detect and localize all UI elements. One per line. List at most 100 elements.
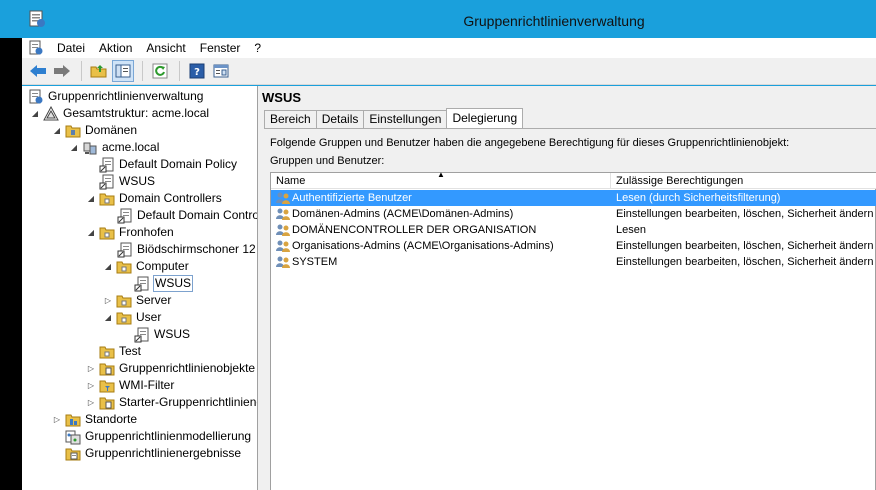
tree-label: WSUS xyxy=(154,327,190,341)
tree-item-starter-gpo[interactable]: ▷ Starter-Gruppenrichtlinienc xyxy=(86,394,258,411)
tree-item-computer[interactable]: ◢ Computer xyxy=(103,258,190,275)
tab-delegierung[interactable]: Delegierung xyxy=(446,108,524,128)
details-pane: WSUS Bereich Details Einstellungen Deleg… xyxy=(262,86,876,490)
expand-arrow-icon[interactable]: ▷ xyxy=(86,381,96,391)
column-header-name[interactable]: Name ▲ xyxy=(271,170,611,189)
ou-folder-icon xyxy=(116,261,132,273)
show-hide-tree-button[interactable] xyxy=(112,60,134,82)
window-title: Gruppenrichtlinienverwaltung xyxy=(463,13,645,29)
collapse-arrow-icon[interactable]: ◢ xyxy=(30,109,40,119)
row-name: DOMÄNENCONTROLLER DER ORGANISATION xyxy=(292,224,537,236)
menu-fenster[interactable]: Fenster xyxy=(193,38,248,58)
tree-item-sites[interactable]: ▷ Standorte xyxy=(52,411,138,428)
tree-item-default-dc-policy[interactable]: Default Domain Contro xyxy=(117,207,257,224)
console-tree[interactable]: Gruppenrichtlinienverwaltung ◢ Gesamtstr… xyxy=(22,86,258,490)
expand-arrow-icon[interactable]: ▷ xyxy=(86,398,96,408)
tree-label: Fronhofen xyxy=(119,225,174,239)
row-name: Authentifizierte Benutzer xyxy=(292,192,412,204)
tree-item-gpo-objects[interactable]: ▷ Gruppenrichtlinienobjekte xyxy=(86,360,256,377)
ou-folder-icon xyxy=(99,227,115,239)
table-row[interactable]: Domänen-Admins (ACME\Domänen-Admins) Ein… xyxy=(271,206,876,222)
tab-einstellungen[interactable]: Einstellungen xyxy=(363,110,448,128)
tree-item-wsus-user[interactable]: WSUS xyxy=(134,326,191,343)
sites-icon xyxy=(65,414,81,426)
row-name: Domänen-Admins (ACME\Domänen-Admins) xyxy=(292,208,514,220)
tree-label: Starter-Gruppenrichtlinienc xyxy=(119,395,258,409)
title-bar[interactable]: Gruppenrichtlinienverwaltung xyxy=(22,0,876,38)
collapse-arrow-icon[interactable]: ◢ xyxy=(69,143,79,153)
tree-item-wmi-filter[interactable]: ▷ WMI-Filter xyxy=(86,377,175,394)
sort-ascending-icon: ▲ xyxy=(437,170,445,179)
table-row[interactable]: Authentifizierte Benutzer Lesen (durch S… xyxy=(271,190,876,206)
forest-icon xyxy=(43,105,59,120)
tab-details[interactable]: Details xyxy=(315,110,365,128)
menu-aktion[interactable]: Aktion xyxy=(92,38,139,58)
gpo-link-icon xyxy=(134,327,149,342)
table-row[interactable]: Organisations-Admins (ACME\Organisations… xyxy=(271,238,876,254)
ou-folder-icon xyxy=(116,295,132,307)
toolbar: ? xyxy=(22,58,876,85)
properties-button[interactable] xyxy=(210,60,232,82)
tree-label: Domain Controllers xyxy=(119,191,222,205)
forward-button[interactable] xyxy=(51,60,73,82)
help-button[interactable]: ? xyxy=(186,60,208,82)
up-folder-button[interactable] xyxy=(88,60,110,82)
groups-users-label: Gruppen und Benutzer: xyxy=(270,155,385,167)
tree-label: Server xyxy=(136,293,172,307)
tree-label: Gesamtstruktur: acme.local xyxy=(63,106,210,120)
app-window: Gruppenrichtlinienverwaltung Datei Aktio… xyxy=(0,0,876,490)
menu-help[interactable]: ? xyxy=(247,38,268,58)
menu-datei[interactable]: Datei xyxy=(50,38,92,58)
gpm-console-icon xyxy=(29,89,43,103)
menu-ansicht[interactable]: Ansicht xyxy=(139,38,192,58)
tree-item-results[interactable]: Gruppenrichtlinienergebnisse xyxy=(65,445,242,462)
results-icon xyxy=(65,448,81,460)
tree-label: Standorte xyxy=(85,412,138,426)
gpo-link-icon xyxy=(134,276,149,291)
column-label: Name xyxy=(276,175,306,187)
gpo-container-folder-icon xyxy=(99,363,115,375)
tree-item-wsus-computer[interactable]: WSUS xyxy=(134,275,193,292)
collapse-arrow-icon[interactable]: ◢ xyxy=(86,194,96,204)
back-button[interactable] xyxy=(27,60,49,82)
collapse-arrow-icon[interactable]: ◢ xyxy=(52,126,62,136)
tree-item-domains[interactable]: ◢ Domänen xyxy=(52,122,138,139)
tree-label: User xyxy=(136,310,162,324)
tree-item-forest[interactable]: ◢ Gesamtstruktur: acme.local xyxy=(30,105,210,122)
tree-label: Gruppenrichtlinienobjekte xyxy=(119,361,256,375)
column-header-permissions[interactable]: Zulässige Berechtigungen xyxy=(611,173,876,189)
tree-item-domain[interactable]: ◢ acme.local xyxy=(69,139,160,156)
collapse-arrow-icon[interactable]: ◢ xyxy=(103,262,113,272)
expand-arrow-icon[interactable]: ▷ xyxy=(103,296,113,306)
table-row[interactable]: DOMÄNENCONTROLLER DER ORGANISATION Lesen xyxy=(271,222,876,238)
tree-label: WSUS xyxy=(119,174,155,188)
modeling-icon xyxy=(65,430,81,444)
table-row[interactable]: SYSTEM Einstellungen bearbeiten, löschen… xyxy=(271,254,876,270)
gpo-link-icon xyxy=(117,242,132,257)
refresh-button[interactable] xyxy=(149,60,171,82)
collapse-arrow-icon[interactable]: ◢ xyxy=(103,313,113,323)
tree-item-screensaver[interactable]: Biödschirmschoner 12 M xyxy=(117,241,257,258)
tree-item-user[interactable]: ◢ User xyxy=(103,309,162,326)
tree-item-server[interactable]: ▷ Server xyxy=(103,292,172,309)
collapse-arrow-icon[interactable]: ◢ xyxy=(86,228,96,238)
tree-item-wsus-top[interactable]: WSUS xyxy=(99,173,156,190)
expand-arrow-icon[interactable]: ▷ xyxy=(86,364,96,374)
tab-bereich[interactable]: Bereich xyxy=(264,110,317,128)
domains-folder-icon xyxy=(65,125,81,137)
toolbar-separator xyxy=(142,61,143,81)
tree-label: Gruppenrichtlinienergebnisse xyxy=(85,446,242,460)
permissions-list[interactable]: Name ▲ Zulässige Berechtigungen Authenti… xyxy=(270,170,876,490)
tree-item-root[interactable]: Gruppenrichtlinienverwaltung xyxy=(28,88,204,105)
tree-item-fronhofen[interactable]: ◢ Fronhofen xyxy=(86,224,175,241)
tree-item-test[interactable]: Test xyxy=(99,343,142,360)
refresh-icon xyxy=(152,63,168,79)
group-icon xyxy=(276,256,290,268)
expand-arrow-icon[interactable]: ▷ xyxy=(52,415,62,425)
ou-folder-icon xyxy=(99,346,115,358)
menu-bar: Datei Aktion Ansicht Fenster ? xyxy=(22,38,876,58)
system-menu-icon[interactable] xyxy=(28,40,44,56)
tree-item-domain-controllers[interactable]: ◢ Domain Controllers xyxy=(86,190,223,207)
tree-item-modeling[interactable]: Gruppenrichtlinienmodellierung xyxy=(65,428,252,445)
tree-item-default-domain-policy[interactable]: Default Domain Policy xyxy=(99,156,238,173)
